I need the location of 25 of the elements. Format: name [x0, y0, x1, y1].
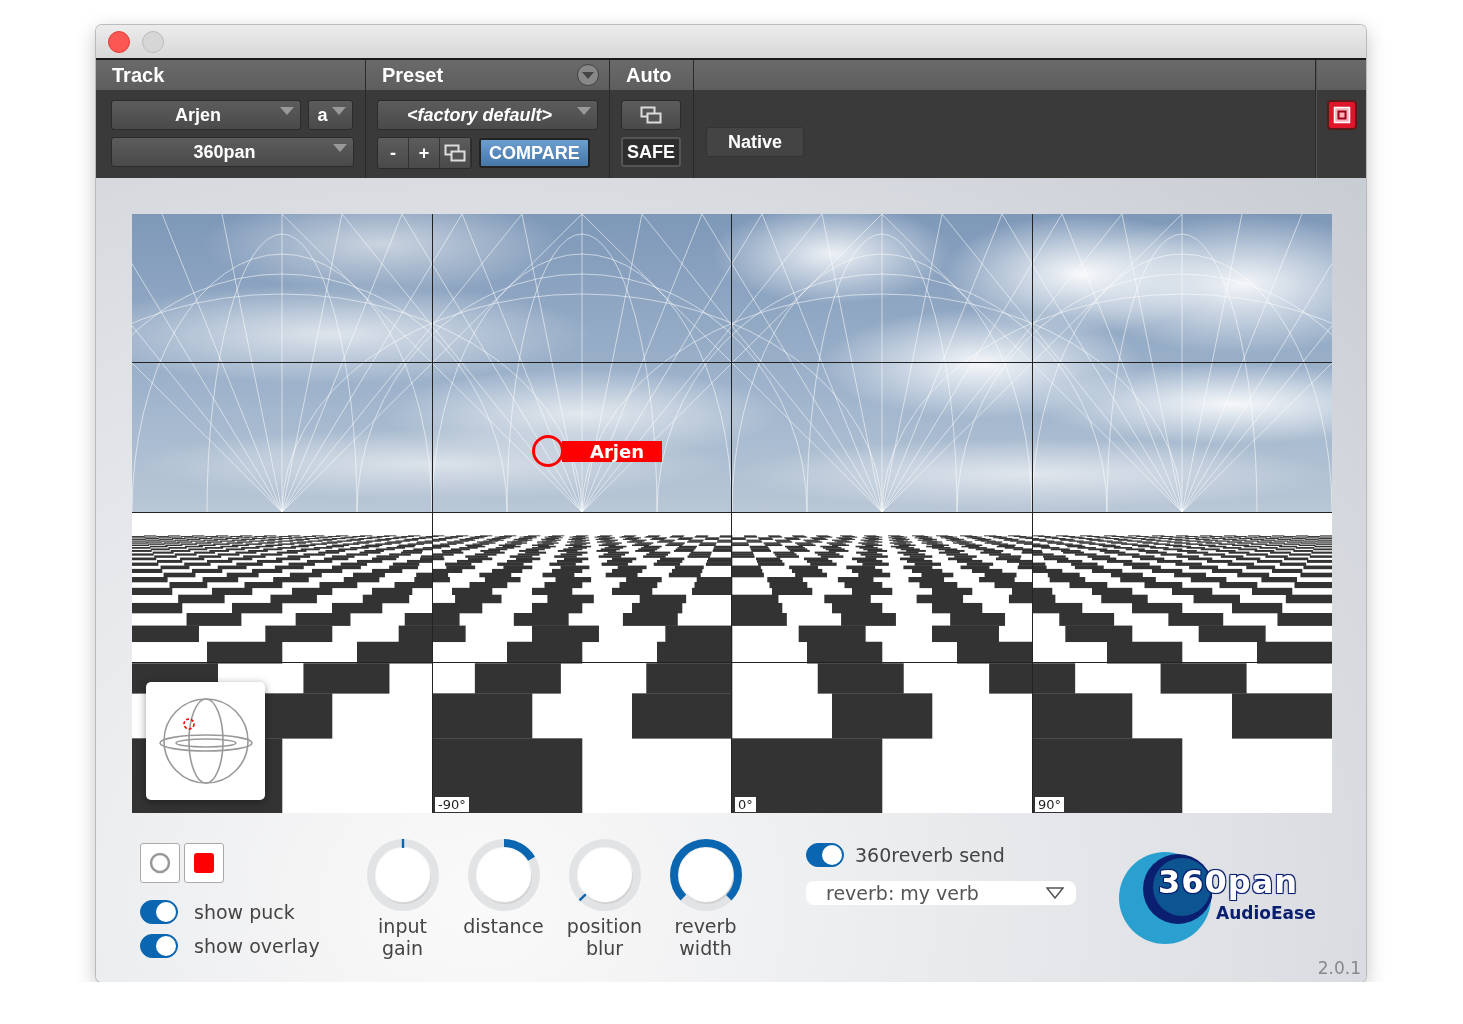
knob-label: position blur: [565, 915, 644, 959]
toggle-label: 360reverb send: [855, 844, 1005, 866]
toggle-label: show overlay: [194, 935, 320, 957]
plugin-dropdown[interactable]: 360pan: [111, 137, 354, 167]
toggle-label: show puck: [194, 901, 295, 923]
version-label: 2.0.1: [1317, 958, 1361, 978]
compare-button[interactable]: COMPARE: [479, 138, 590, 168]
azimuth-label: 90°: [1035, 797, 1065, 812]
azimuth-label: -90°: [435, 797, 469, 812]
reverb-dropdown[interactable]: reverb: my verb: [806, 881, 1076, 905]
safe-button[interactable]: SAFE: [621, 137, 681, 167]
section-label: Track: [112, 63, 165, 87]
logo-brand: AudioEase: [1216, 903, 1316, 923]
channel-dropdown[interactable]: a: [308, 100, 353, 130]
section-label: Auto: [626, 63, 672, 87]
section-label: Preset: [382, 63, 444, 87]
knob-label: reverb width: [673, 915, 738, 959]
native-button[interactable]: Native: [706, 127, 804, 157]
knob-label: distance: [462, 915, 545, 937]
azimuth-label: 0°: [735, 797, 756, 812]
track-dropdown[interactable]: Arjen: [111, 100, 302, 130]
next-preset-button[interactable]: +: [409, 138, 440, 168]
previous-preset-button[interactable]: -: [378, 138, 409, 168]
knob-label: input gain: [377, 915, 428, 959]
preset-dropdown[interactable]: <factory default>: [377, 100, 598, 130]
